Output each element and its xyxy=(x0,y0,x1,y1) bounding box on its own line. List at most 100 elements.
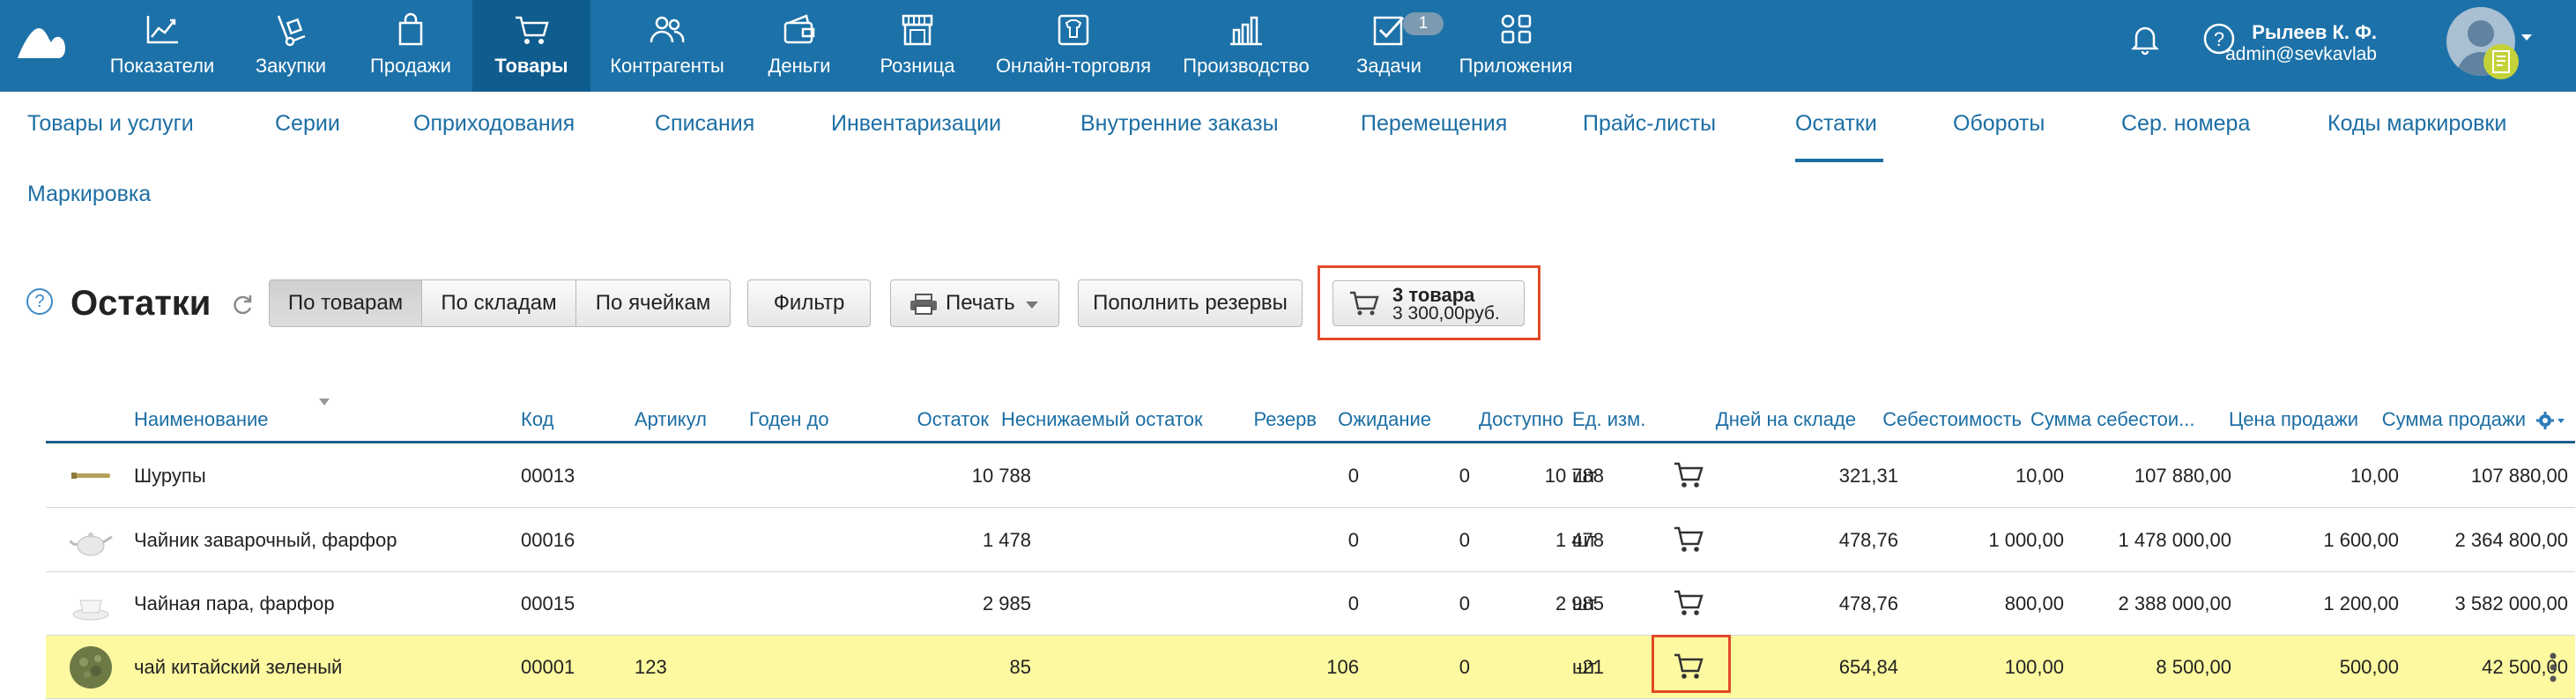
add-to-cart-icon[interactable] xyxy=(1673,525,1704,555)
subnav-transfers[interactable]: Перемещения xyxy=(1361,111,1507,137)
product-thumbnail-cup[interactable] xyxy=(68,581,114,627)
product-thumbnail-teapot[interactable] xyxy=(68,518,114,563)
cell-name[interactable]: чай китайский зеленый xyxy=(134,636,513,699)
add-to-cart-icon[interactable] xyxy=(1673,460,1704,490)
nav-item-apps[interactable]: Приложения xyxy=(1454,0,1578,92)
subnav-write-offs[interactable]: Списания xyxy=(655,111,754,137)
subnav-marking[interactable]: Маркировка xyxy=(27,182,151,207)
table-row[interactable]: Чайник заварочный, фарфор 00016 1 478 0 0 1 4… xyxy=(46,509,2575,572)
column-header-name[interactable]: Наименование xyxy=(134,408,269,431)
nav-label: Задачи xyxy=(1356,55,1422,77)
table-row[interactable]: Шурупы 00013 10 788 0 0 10 788 шт 321,31 10,00 10… xyxy=(46,444,2575,508)
subnav-turnovers[interactable]: Обороты xyxy=(1953,111,2045,137)
column-header-sale-price[interactable]: Цена продажи xyxy=(2203,408,2358,431)
cell-code: 00016 xyxy=(521,529,575,551)
nav-item-purchases[interactable]: Закупки xyxy=(241,0,340,92)
chart-line-icon xyxy=(146,16,178,44)
cell-name[interactable]: Чайная пара, фарфор xyxy=(134,572,513,636)
nav-item-online-trade[interactable]: Онлайн-торговля xyxy=(987,0,1160,92)
cell-min-stock xyxy=(1001,444,1213,508)
column-header-cost[interactable]: Себестоимость xyxy=(1865,408,2022,431)
subnav-inventories[interactable]: Инвентаризации xyxy=(831,111,1001,137)
cell-cost-sum: 8 500,00 xyxy=(2156,656,2231,678)
column-header-reserve[interactable]: Резерв xyxy=(1216,408,1317,431)
table-row[interactable]: Чайная пара, фарфор 00015 2 985 0 0 2 985 шт 47… xyxy=(46,572,2575,636)
cell-article: 123 xyxy=(635,656,667,678)
replenish-reserves-button[interactable]: Пополнить резервы xyxy=(1078,279,1303,327)
view-by-warehouses-button[interactable]: По складам xyxy=(421,279,576,327)
subnav-price-lists[interactable]: Прайс-листы xyxy=(1583,111,1716,137)
column-header-min-stock[interactable]: Неснижаемый остаток xyxy=(1001,408,1203,431)
nav-label: Показатели xyxy=(109,55,215,77)
tshirt-tag-icon xyxy=(1058,14,1089,46)
nav-item-products[interactable]: Товары xyxy=(472,0,590,92)
chevron-down-icon[interactable] xyxy=(2520,34,2533,42)
cell-sale-price: 500,00 xyxy=(2339,656,2399,678)
subnav-series[interactable]: Серии xyxy=(275,111,340,137)
cell-name[interactable]: Чайник заварочный, фарфор xyxy=(134,509,513,572)
cell-cost-sum: 1 478 000,00 xyxy=(2118,529,2231,551)
product-thumbnail-screw[interactable] xyxy=(68,453,114,499)
nav-item-sales[interactable]: Продажи xyxy=(356,0,465,92)
help-button[interactable]: ? xyxy=(26,288,53,315)
shopping-bag-icon xyxy=(398,12,423,46)
gear-icon[interactable] xyxy=(2536,411,2566,430)
column-header-expiry[interactable]: Годен до xyxy=(749,408,829,431)
column-header-available[interactable]: Доступно xyxy=(1445,408,1563,431)
column-header-unit[interactable]: Ед. изм. xyxy=(1572,408,1645,431)
row-menu-icon[interactable] xyxy=(2550,652,2557,682)
column-header-cost-sum[interactable]: Сумма себестои... xyxy=(2030,408,2195,431)
subnav-receipts[interactable]: Оприходования xyxy=(413,111,575,137)
subnav-serial-numbers[interactable]: Сер. номера xyxy=(2121,111,2250,137)
apps-icon xyxy=(1501,14,1532,44)
column-header-article[interactable]: Артикул xyxy=(635,408,707,431)
cell-sale-sum: 2 364 800,00 xyxy=(2454,529,2568,551)
cell-code: 00015 xyxy=(521,592,575,614)
bell-icon[interactable] xyxy=(2126,19,2164,58)
column-header-days-in-stock[interactable]: Дней на складе xyxy=(1692,408,1856,431)
column-header-sale-sum[interactable]: Сумма продажи xyxy=(2371,408,2526,431)
view-by-products-button[interactable]: По товарам xyxy=(269,279,422,327)
nav-item-money[interactable]: Деньги xyxy=(753,0,846,92)
product-thumbnail-tea-leaves[interactable] xyxy=(68,644,114,690)
cell-unit: шт xyxy=(1572,592,1597,614)
column-header-stock[interactable]: Остаток xyxy=(881,408,989,431)
tasks-count-badge: 1 xyxy=(1403,12,1444,35)
nav-label: Продажи xyxy=(370,55,451,77)
nav-item-production[interactable]: Производство xyxy=(1174,0,1318,92)
subnav-marking-codes[interactable]: Коды маркировки xyxy=(2327,111,2506,137)
cell-sale-price: 1 600,00 xyxy=(2323,529,2399,551)
table-row[interactable]: чай китайский зеленый 00001 123 85 106 0 -21 шт… xyxy=(46,636,2575,699)
cart-total: 3 300,00руб. xyxy=(1392,303,1500,324)
task-check-icon xyxy=(1373,16,1405,46)
cell-code: 00001 xyxy=(521,656,575,678)
app-logo-icon[interactable] xyxy=(16,23,67,60)
add-to-cart-icon[interactable] xyxy=(1673,588,1704,618)
nav-item-counterparties[interactable]: Контрагенты xyxy=(598,0,737,92)
user-name[interactable]: Рылеев К. Ф. xyxy=(2252,21,2377,44)
table-header-divider xyxy=(46,441,2575,443)
view-by-cells-button[interactable]: По ячейкам xyxy=(575,279,731,327)
nav-label: Розница xyxy=(880,55,955,77)
column-header-waiting[interactable]: Ожидание xyxy=(1322,408,1431,431)
nav-item-indicators[interactable]: Показатели xyxy=(99,0,226,92)
refresh-icon[interactable] xyxy=(231,293,254,316)
print-button[interactable]: Печать xyxy=(890,279,1059,327)
print-label: Печать xyxy=(946,291,1015,315)
cell-min-stock xyxy=(1001,509,1213,572)
nav-label: Онлайн-торговля xyxy=(995,55,1152,77)
cell-name[interactable]: Шурупы xyxy=(134,444,513,508)
hand-truck-icon xyxy=(277,15,306,47)
sort-desc-icon[interactable] xyxy=(319,398,330,406)
filter-button[interactable]: Фильтр xyxy=(747,279,871,327)
subnav-products-services[interactable]: Товары и услуги xyxy=(27,111,194,137)
nav-item-retail[interactable]: Розница xyxy=(862,0,973,92)
active-tab-indicator xyxy=(1795,159,1883,162)
subnav-stock-balances[interactable]: Остатки xyxy=(1795,111,1877,137)
column-header-code[interactable]: Код xyxy=(521,408,553,431)
cell-article xyxy=(635,509,740,572)
subnav-internal-orders[interactable]: Внутренние заказы xyxy=(1080,111,1279,137)
printer-icon xyxy=(910,294,937,315)
cell-sale-sum: 42 500,00 xyxy=(2482,656,2568,678)
user-email[interactable]: admin@sevkavlab xyxy=(2225,44,2377,65)
